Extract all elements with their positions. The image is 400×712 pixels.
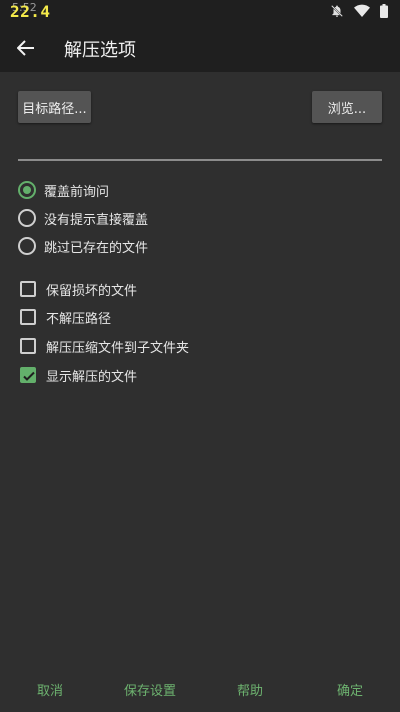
radio-label: 跳过已存在的文件: [44, 240, 149, 256]
checkbox-label: 保留损坏的文件: [46, 283, 138, 299]
checkbox-label: 解压压缩文件到子文件夹: [46, 340, 190, 356]
checkbox[interactable]: [20, 309, 36, 325]
checkbox-keep-broken-files[interactable]: 保留损坏的文件: [18, 277, 137, 301]
browse-button[interactable]: 浏览...: [312, 91, 382, 123]
help-button[interactable]: 帮助: [222, 678, 278, 700]
radio-label: 没有提示直接覆盖: [44, 212, 149, 228]
radio-ask-before-overwrite[interactable]: 覆盖前询问: [18, 178, 109, 202]
page-title: 解压选项: [64, 40, 136, 61]
checkbox[interactable]: [20, 338, 36, 354]
ok-button[interactable]: 确定: [322, 678, 378, 700]
back-button[interactable]: [12, 36, 40, 60]
bell-off-icon: [330, 4, 344, 18]
checkbox-label: 不解压路径: [46, 311, 112, 327]
cancel-button[interactable]: 取消: [20, 678, 80, 700]
check-icon: [23, 371, 35, 381]
radio-button[interactable]: [18, 209, 36, 227]
target-path-button[interactable]: 目标路径...: [18, 91, 91, 123]
checkbox-label: 显示解压的文件: [46, 369, 138, 385]
battery-icon: [380, 4, 388, 18]
radio-skip-existing[interactable]: 跳过已存在的文件: [18, 234, 148, 258]
save-settings-button[interactable]: 保存设置: [115, 678, 185, 700]
wifi-icon: [354, 4, 370, 18]
checkbox[interactable]: [20, 281, 36, 297]
status-icons: [330, 4, 388, 18]
checkbox-extract-to-subfolders[interactable]: 解压压缩文件到子文件夹: [18, 334, 189, 358]
overlay-value: 22.4: [10, 2, 51, 21]
checkbox-checked[interactable]: [20, 367, 36, 383]
radio-button[interactable]: [18, 237, 36, 255]
radio-overwrite-without-prompt[interactable]: 没有提示直接覆盖: [18, 206, 148, 230]
target-path-input[interactable]: [18, 159, 382, 161]
radio-button-selected[interactable]: [18, 181, 36, 199]
checkbox-show-extracted-files[interactable]: 显示解压的文件: [18, 363, 137, 387]
arrow-left-icon: [17, 40, 34, 56]
top-bar: 5:52 22.4 解压选项: [0, 0, 400, 72]
radio-label: 覆盖前询问: [44, 184, 110, 200]
checkbox-no-paths[interactable]: 不解压路径: [18, 305, 111, 329]
